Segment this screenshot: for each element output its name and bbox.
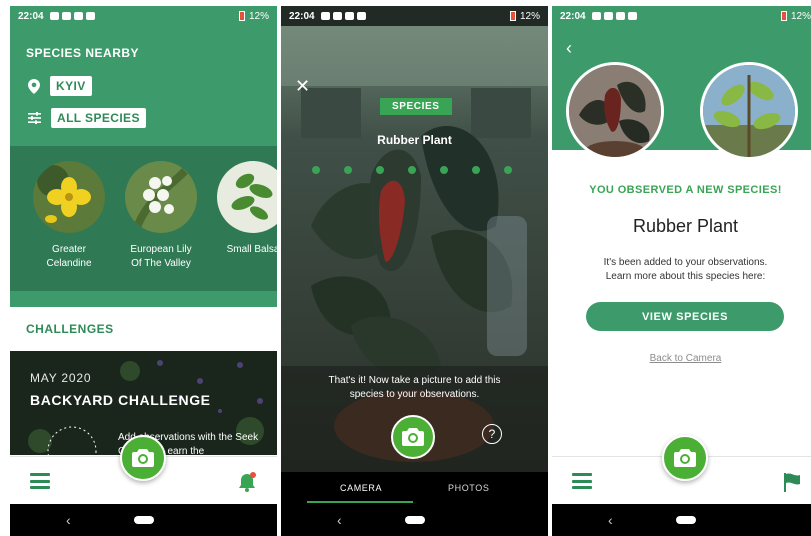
battery-level: 12% bbox=[790, 10, 811, 22]
view-species-button[interactable]: VIEW SPECIES bbox=[586, 302, 784, 331]
camera-tabs: CAMERA PHOTOS bbox=[281, 472, 548, 504]
progress-dot bbox=[440, 166, 448, 174]
nav-back-icon[interactable]: ‹ bbox=[66, 512, 71, 528]
status-time: 22:04 bbox=[289, 10, 315, 22]
battery-icon bbox=[238, 11, 245, 21]
species-photo bbox=[33, 161, 105, 233]
status-bar: 22:04 12% bbox=[10, 6, 277, 26]
species-list: Greater Celandine European Lily Of The V… bbox=[32, 161, 277, 271]
notifications-button[interactable] bbox=[237, 472, 257, 497]
location-row[interactable]: KYIV bbox=[28, 76, 92, 96]
progress-dot bbox=[408, 166, 416, 174]
location-chip[interactable]: KYIV bbox=[50, 76, 92, 96]
bell-icon bbox=[239, 472, 256, 492]
nav-home-icon[interactable] bbox=[133, 516, 154, 524]
nav-back-icon[interactable]: ‹ bbox=[337, 512, 342, 528]
notification-icons bbox=[320, 12, 366, 20]
active-tab-indicator bbox=[307, 501, 413, 503]
nearby-header: SPECIES NEARBY KYIV ALL SPECIES bbox=[10, 26, 277, 146]
nav-back-icon[interactable]: ‹ bbox=[608, 512, 613, 528]
challenge-title: BACKYARD CHALLENGE bbox=[30, 392, 211, 408]
back-arrow-icon[interactable]: ‹ bbox=[566, 38, 572, 59]
menu-icon[interactable] bbox=[30, 473, 50, 489]
status-time: 22:04 bbox=[560, 10, 586, 22]
species-card-balsam[interactable]: Small Balsa bbox=[216, 161, 277, 271]
nav-home-icon[interactable] bbox=[404, 516, 425, 524]
camera-icon bbox=[674, 449, 696, 467]
challenges-button[interactable] bbox=[783, 472, 801, 497]
camera-button[interactable] bbox=[120, 435, 166, 481]
android-nav-bar: ‹ bbox=[10, 504, 277, 536]
species-card-lily[interactable]: European Lily Of The Valley bbox=[124, 161, 198, 271]
flag-icon bbox=[784, 473, 800, 492]
battery-level: 12% bbox=[248, 10, 269, 22]
species-photo bbox=[125, 161, 197, 233]
status-time: 22:04 bbox=[18, 10, 44, 22]
tab-photos[interactable]: PHOTOS bbox=[448, 483, 489, 493]
species-name: Greater Celandine bbox=[46, 244, 92, 269]
species-card-celandine[interactable]: Greater Celandine bbox=[32, 161, 106, 271]
progress-dot bbox=[472, 166, 480, 174]
tab-camera[interactable]: CAMERA bbox=[340, 483, 382, 493]
back-to-camera-link[interactable]: Back to Camera bbox=[552, 353, 811, 364]
notification-icons bbox=[591, 12, 637, 20]
species-name: Small Balsa bbox=[226, 244, 277, 255]
challenge-month: MAY 2020 bbox=[30, 371, 92, 385]
new-species-heading: YOU OBSERVED A NEW SPECIES! bbox=[589, 184, 782, 196]
identified-species-name: Rubber Plant bbox=[377, 133, 452, 147]
camera-button[interactable] bbox=[662, 435, 708, 481]
status-right: 12% bbox=[509, 10, 540, 22]
battery-level: 12% bbox=[519, 10, 540, 22]
filter-sliders-icon bbox=[28, 112, 41, 124]
camera-icon bbox=[132, 449, 154, 467]
android-nav-bar: ‹ bbox=[281, 504, 548, 536]
species-name: Rubber Plant bbox=[632, 216, 739, 236]
nearby-species-carousel[interactable]: Greater Celandine European Lily Of The V… bbox=[10, 146, 277, 291]
status-bar: 22:04 12% bbox=[281, 6, 548, 26]
species-added-description: It's been added to your observations. Le… bbox=[603, 257, 768, 282]
status-bar: 22:04 12% bbox=[552, 6, 811, 26]
shutter-button[interactable] bbox=[391, 415, 435, 459]
filter-row[interactable]: ALL SPECIES bbox=[28, 108, 146, 128]
android-nav-bar: ‹ bbox=[552, 504, 811, 536]
camera-instruction: That's it! Now take a picture to add thi… bbox=[328, 375, 501, 400]
battery-icon bbox=[509, 11, 516, 21]
challenges-title: CHALLENGES bbox=[26, 322, 114, 336]
battery-icon bbox=[780, 11, 787, 21]
menu-icon[interactable] bbox=[572, 473, 592, 489]
progress-dot bbox=[376, 166, 384, 174]
species-rank-pill: SPECIES bbox=[380, 98, 452, 115]
species-name: European Lily Of The Valley bbox=[130, 244, 192, 269]
camera-viewfinder[interactable]: ✕ SPECIES Rubber Plant That's it! Now ta… bbox=[281, 26, 548, 472]
species-photo bbox=[217, 161, 277, 233]
progress-dot bbox=[312, 166, 320, 174]
help-button[interactable]: ? bbox=[482, 424, 502, 444]
camera-screen: 22:04 12% ✕ SPECIES Rubber Plant That's … bbox=[281, 6, 548, 536]
notification-icons bbox=[49, 12, 95, 20]
camera-icon bbox=[402, 428, 424, 446]
user-photo bbox=[566, 62, 664, 160]
new-species-screen: 22:04 12% ‹ YOU OBSERVED A NEW SPECIES! … bbox=[552, 6, 811, 536]
status-right: 12% bbox=[780, 10, 811, 22]
progress-dot bbox=[344, 166, 352, 174]
all-species-chip[interactable]: ALL SPECIES bbox=[51, 108, 146, 128]
bottom-bar bbox=[10, 435, 277, 504]
bottom-bar bbox=[552, 435, 811, 504]
close-icon[interactable]: ✕ bbox=[295, 76, 310, 97]
nearby-title: SPECIES NEARBY bbox=[26, 46, 140, 60]
status-right: 12% bbox=[238, 10, 269, 22]
viewfinder-image bbox=[281, 26, 548, 472]
location-pin-icon bbox=[28, 78, 40, 94]
nav-home-icon[interactable] bbox=[675, 516, 696, 524]
species-reference-photo bbox=[700, 62, 798, 160]
progress-dot bbox=[504, 166, 512, 174]
section-divider bbox=[10, 291, 277, 307]
species-nearby-screen: 22:04 12% SPECIES NEARBY KYIV ALL SPECIE… bbox=[10, 6, 277, 536]
taxonomy-progress-dots bbox=[312, 166, 512, 174]
